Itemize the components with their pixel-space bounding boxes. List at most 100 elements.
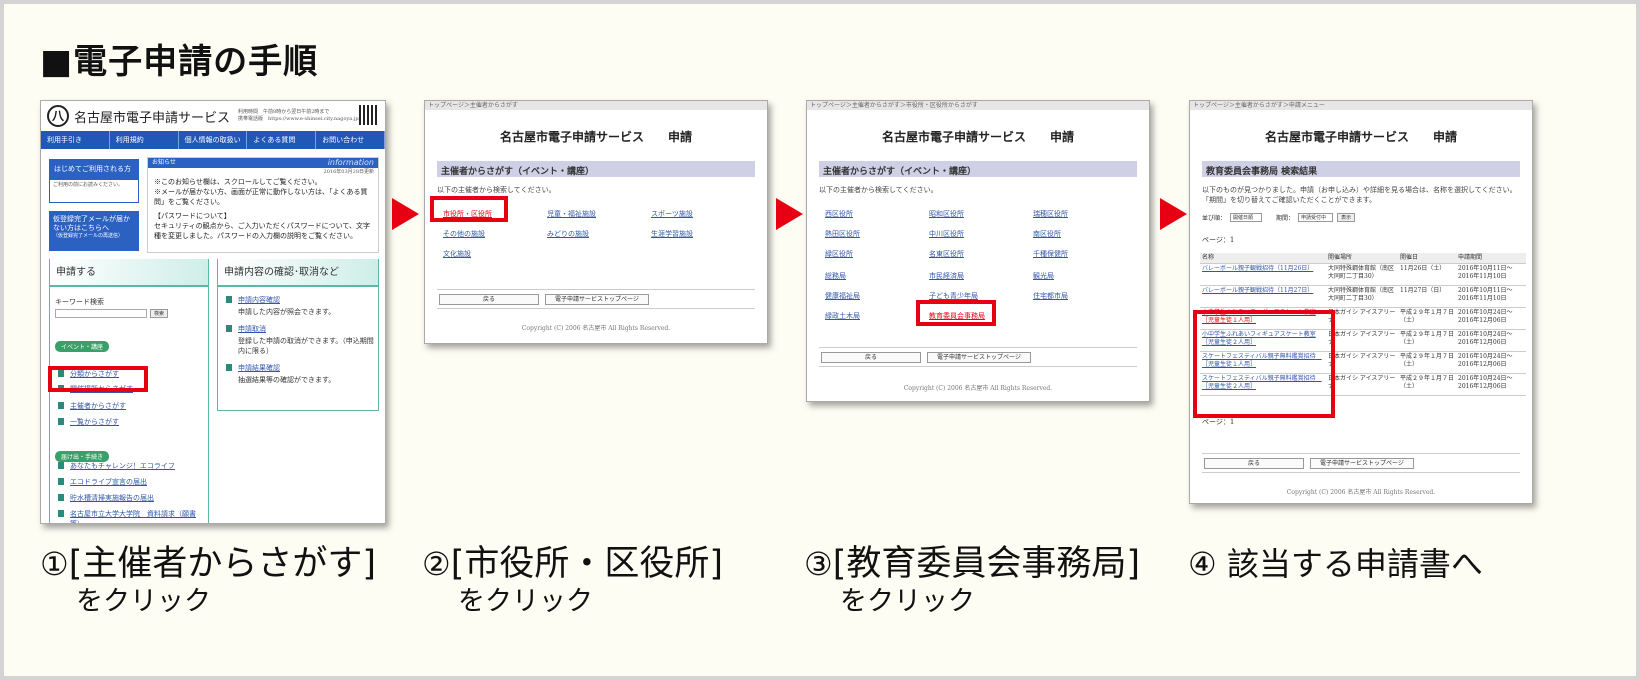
page-heading: 名古屋市電子申請サービス 申請 [499, 130, 693, 144]
link-welfare[interactable]: 児童・福祉施設 [547, 209, 596, 219]
link-minami[interactable]: 南区役所 [1033, 229, 1061, 239]
link-tank-report[interactable]: 貯水槽清掃実施報告の届出 [58, 493, 154, 503]
top-page-button[interactable]: 電子申請サービストップページ [1310, 458, 1414, 469]
highlight-city-office [430, 196, 508, 222]
back-button[interactable]: 戻る [1204, 458, 1304, 469]
link-nishi[interactable]: 西区役所 [825, 209, 853, 219]
keyword-input[interactable] [55, 309, 147, 318]
search-button[interactable]: 検索 [150, 309, 169, 318]
notice-date: 2016年03月28日更新 [323, 169, 374, 175]
link-kenko[interactable]: 健康福祉局 [825, 291, 860, 301]
link-meito[interactable]: 名東区役所 [929, 249, 964, 259]
button-bar: 戻る 電子申請サービストップページ [437, 289, 755, 309]
confirm-desc: 申請した内容が照会できます。 [238, 308, 336, 316]
caption-step-3: ③[教育委員会事務局] をクリック [804, 544, 1140, 617]
link-list[interactable]: 一覧からさがす [58, 417, 119, 427]
link-confirm[interactable]: 申請内容確認 [226, 295, 280, 305]
link-ryokusei[interactable]: 緑政土木局 [825, 311, 860, 321]
link-by-organizer[interactable]: 主催者からさがす [58, 401, 126, 411]
table-header: 名称 開催場所 開催日 申請期間 [1200, 253, 1526, 264]
table-row[interactable]: バレーボール親子観戦招待（11月27日） 大同特殊鋼体育館（南区大同町二丁目30）… [1200, 285, 1526, 308]
portal-nav: 利用手引き 利用規約 個人情報の取扱い よくある質問 お問い合わせ [41, 131, 385, 149]
city-logo-icon: 八 [47, 105, 69, 127]
qr-code-icon [359, 105, 379, 125]
section-heading: 主催者からさがす（イベント・講座） [437, 161, 755, 177]
arrow-right-icon [1160, 198, 1187, 230]
link-cancel[interactable]: 申請取消 [226, 324, 266, 334]
caption-step-2: ②[市役所・区役所] をクリック [422, 544, 723, 617]
filter-bar: 並び順： 開催日順 期間： 申請受付中 表示 [1202, 213, 1356, 222]
top-page-button[interactable]: 電子申請サービストップページ [927, 352, 1031, 363]
link-kanko[interactable]: 観光局 [1033, 271, 1054, 281]
confirm-panel: 申請内容の確認･取消など 申請内容確認 申請した内容が照会できます。 申請取消 … [217, 259, 379, 411]
period-select[interactable]: 申請受付中 [1298, 213, 1334, 222]
screenshot-search-results: トップページ＞主催者からさがす＞申請メニュー 名古屋市電子申請サービス 申請 教… [1189, 100, 1533, 504]
copyright: Copyright (C) 2006 名古屋市 All Rights Reser… [903, 385, 1053, 392]
no-mail-banner[interactable]: 仮登録完了メールが届かない方はこちらへ （仮登録完了メールの再送信） [49, 211, 139, 251]
link-result[interactable]: 申請結果確認 [226, 363, 280, 373]
nav-faq[interactable]: よくある質問 [247, 131, 317, 149]
instruction: 以下の主催者から検索してください。 [819, 186, 938, 194]
nav-terms[interactable]: 利用規約 [110, 131, 179, 149]
page-indicator: ページ：1 [1202, 236, 1235, 244]
link-chikusa-health[interactable]: 千種保健所 [1033, 249, 1068, 259]
nav-privacy[interactable]: 個人情報の取扱い [179, 131, 248, 149]
result-desc: 抽選結果等の確認ができます。 [238, 376, 336, 384]
section-heading: 教育委員会事務局 検索結果 [1202, 161, 1520, 177]
notice-box: お知らせ information 2016年03月28日更新 ※このお知らせ欄は… [147, 157, 379, 253]
screenshot-organizer-search: トップページ＞主催者からさがす 名古屋市電子申請サービス 申請 主催者からさがす… [424, 100, 768, 344]
instruction: 以下の主催者から検索してください。 [437, 186, 556, 194]
back-button[interactable]: 戻る [439, 294, 539, 305]
link-culture[interactable]: 文化施設 [443, 249, 471, 259]
guide-panel: ■電子申請の手順 八 名古屋市電子申請サービス 利用時間 午前8時から翌日午前2… [4, 4, 1636, 676]
button-bar: 戻る 電子申請サービストップページ [1202, 453, 1520, 473]
page-heading: 名古屋市電子申請サービス 申請 [881, 130, 1075, 144]
link-green[interactable]: みどりの施設 [547, 229, 589, 239]
copyright: Copyright (C) 2006 名古屋市 All Rights Reser… [1286, 489, 1436, 496]
button-bar: 戻る 電子申請サービストップページ [819, 347, 1137, 367]
nav-contact[interactable]: お問い合わせ [316, 131, 385, 149]
highlight-results [1193, 310, 1335, 418]
link-shimin[interactable]: 市民経済局 [929, 271, 964, 281]
link-somu[interactable]: 総務局 [825, 271, 846, 281]
event-pill: イベント・講座 [55, 341, 110, 352]
sort-select[interactable]: 開催日順 [1230, 213, 1263, 222]
portal-header: 八 名古屋市電子申請サービス 利用時間 午前8時から翌日午前2時まで 携帯電話版 … [41, 101, 385, 131]
link-sports[interactable]: スポーツ施設 [651, 209, 693, 219]
show-button[interactable]: 表示 [1337, 213, 1356, 222]
caption-step-4: ④ 該当する申請書へ [1188, 545, 1483, 583]
breadcrumb: トップページ＞主催者からさがす＞申請メニュー [1190, 101, 1532, 110]
nav-guide[interactable]: 利用手引き [41, 131, 110, 149]
highlight-education-board [916, 300, 996, 326]
back-button[interactable]: 戻る [821, 352, 921, 363]
keyword-label: キーワード検索 [55, 298, 104, 306]
link-atsuta[interactable]: 熱田区役所 [825, 229, 860, 239]
page-heading: 名古屋市電子申請サービス 申請 [1264, 130, 1458, 144]
link-midori[interactable]: 緑区役所 [825, 249, 853, 259]
link-university[interactable]: 名古屋市立大学大学院 資料請求（願書等） [58, 509, 204, 523]
link-showa[interactable]: 昭和区役所 [929, 209, 964, 219]
info-label: information [327, 158, 374, 167]
link-ecodrive[interactable]: エコドライブ宣言の届出 [58, 477, 147, 487]
link-mizuho[interactable]: 瑞穂区役所 [1033, 209, 1068, 219]
screenshot-portal-top: 八 名古屋市電子申請サービス 利用時間 午前8時から翌日午前2時まで 携帯電話版 … [40, 100, 386, 524]
first-time-banner[interactable]: はじめてご利用される方 ご利用の前にお読みください。 [49, 159, 139, 203]
page-indicator-bottom: ページ：1 [1202, 418, 1235, 426]
link-other[interactable]: その他の施設 [443, 229, 485, 239]
copyright: Copyright (C) 2006 名古屋市 All Rights Reser… [521, 325, 671, 332]
link-jutaku[interactable]: 住宅都市局 [1033, 291, 1068, 301]
arrow-right-icon [776, 198, 803, 230]
portal-site-name[interactable]: 名古屋市電子申請サービス [74, 107, 230, 126]
apply-title: 申請する [50, 259, 208, 287]
breadcrumb: トップページ＞主催者からさがす [425, 101, 767, 110]
link-nakagawa[interactable]: 中川区役所 [929, 229, 964, 239]
link-ecolife[interactable]: あなたもチャレンジ！エコライフ [58, 461, 175, 471]
screenshot-city-office-list: トップページ＞主催者からさがす＞市役所・区役所からさがす 名古屋市電子申請サービ… [806, 100, 1150, 402]
results-description: 以下のものが見つかりました。申請（お申し込み）や詳細を見る場合は、名称を選択して… [1202, 186, 1517, 204]
table-row[interactable]: バレーボール親子観戦招待（11月26日） 大同特殊鋼体育館（南区大同町二丁目30）… [1200, 263, 1526, 286]
link-learning[interactable]: 生涯学習施設 [651, 229, 693, 239]
breadcrumb: トップページ＞主催者からさがす＞市役所・区役所からさがす [807, 101, 1149, 110]
page-title: ■電子申請の手順 [40, 42, 319, 82]
confirm-title: 申請内容の確認･取消など [218, 259, 378, 287]
top-page-button[interactable]: 電子申請サービストップページ [545, 294, 649, 305]
